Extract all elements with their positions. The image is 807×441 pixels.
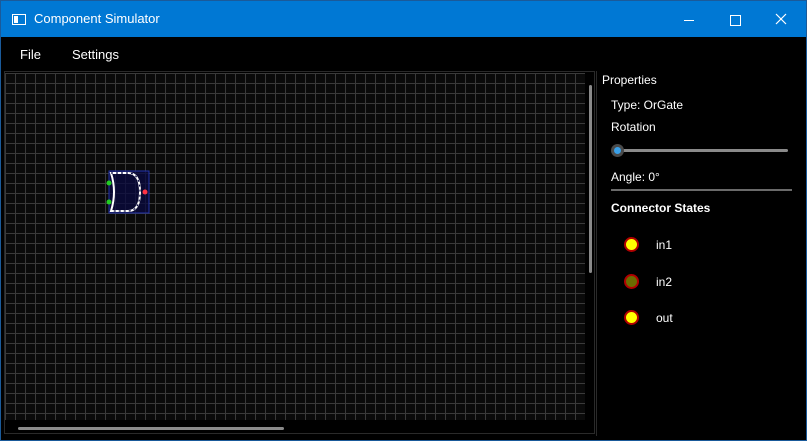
simulation-canvas[interactable] — [5, 73, 585, 420]
panel-splitter[interactable] — [596, 71, 597, 436]
connector-label: in1 — [656, 238, 673, 252]
maximize-button[interactable] — [712, 1, 758, 37]
menu-file[interactable]: File — [20, 47, 41, 62]
rotation-label: Rotation — [611, 120, 656, 134]
connector-label: out — [656, 311, 673, 325]
connector-states-title: Connector States — [611, 201, 711, 215]
app-icon — [12, 14, 26, 25]
horizontal-scrollbar[interactable] — [18, 427, 284, 430]
menu-settings[interactable]: Settings — [72, 47, 119, 62]
connector-row-out: out — [598, 308, 803, 332]
vertical-scrollbar[interactable] — [589, 85, 592, 273]
connector-row-in2: in2 — [598, 272, 803, 296]
rotation-slider-thumb[interactable] — [611, 144, 624, 157]
connector-row-in1: in1 — [598, 235, 803, 259]
properties-title: Properties — [602, 73, 657, 87]
properties-panel: Properties Type: OrGate Rotation Angle: … — [598, 71, 803, 436]
window-title: Component Simulator — [34, 11, 160, 26]
app-window: Component Simulator File Settings Proper… — [0, 0, 807, 441]
connector-state-indicator — [624, 237, 639, 252]
connector-state-indicator — [624, 310, 639, 325]
menu-bar: File Settings — [1, 37, 806, 71]
minimize-button[interactable] — [666, 1, 712, 37]
close-icon — [775, 13, 787, 25]
output-pin-out[interactable] — [142, 189, 148, 195]
type-label: Type: OrGate — [611, 98, 684, 112]
rotation-slider[interactable] — [617, 149, 788, 152]
input-pin-in2[interactable] — [106, 199, 112, 205]
title-bar[interactable]: Component Simulator — [1, 1, 806, 37]
divider — [611, 189, 792, 191]
angle-label: Angle: 0° — [611, 170, 660, 184]
connector-state-indicator — [624, 274, 639, 289]
connector-label: in2 — [656, 275, 673, 289]
or-gate-component[interactable] — [101, 169, 161, 219]
close-button[interactable] — [758, 1, 804, 37]
input-pin-in1[interactable] — [106, 180, 112, 186]
